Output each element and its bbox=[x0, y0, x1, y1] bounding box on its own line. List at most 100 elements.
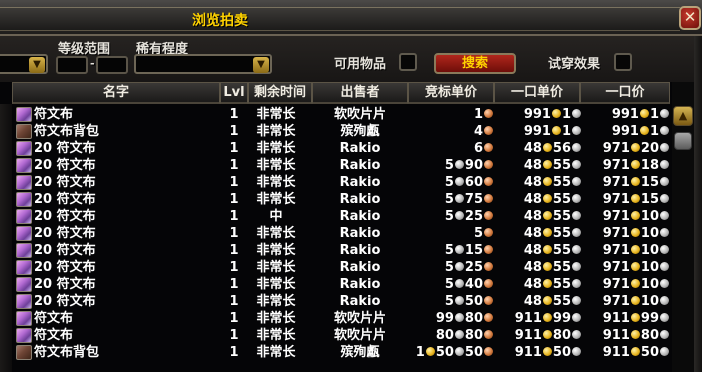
copper-coin-icon bbox=[484, 296, 493, 305]
gold-coin-icon bbox=[630, 194, 640, 203]
buyout-total-amount: 971 bbox=[602, 175, 630, 190]
category-dropdown[interactable]: ▼ bbox=[0, 54, 48, 74]
bid-price: 6 bbox=[410, 140, 494, 157]
column-bid[interactable]: 竞标单价 bbox=[408, 82, 494, 104]
seller-name: Rakio bbox=[339, 158, 381, 173]
buyout-total: 971 10 bbox=[582, 242, 670, 259]
silver-coin-icon bbox=[572, 177, 581, 186]
buyout-price-amount: 55 bbox=[552, 158, 571, 173]
level-min-input[interactable] bbox=[56, 56, 88, 74]
table-row[interactable]: 符文布背包 1 非常长 殡殉甗 4 991 1 991 1 bbox=[14, 123, 670, 140]
item-name: 20 符文布 bbox=[34, 260, 96, 275]
bid-price-amount: 5 bbox=[444, 277, 454, 292]
buyout-price: 48 56 bbox=[496, 140, 582, 157]
scrollbar[interactable]: ▲ bbox=[672, 82, 694, 372]
gold-coin-icon bbox=[542, 347, 552, 356]
title-strip bbox=[0, 7, 680, 31]
buyout-price: 48 55 bbox=[496, 225, 582, 242]
copper-coin-icon bbox=[484, 126, 493, 135]
scroll-up-icon[interactable]: ▲ bbox=[673, 106, 693, 126]
item-name: 20 符文布 bbox=[34, 226, 96, 241]
usable-items-checkbox[interactable] bbox=[399, 53, 417, 71]
table-row[interactable]: 20 符文布 1 非常长 Rakio 5 50 48 55 971 10 bbox=[14, 293, 670, 310]
chevron-down-icon[interactable]: ▼ bbox=[29, 57, 45, 73]
runecloth-icon bbox=[16, 277, 32, 292]
copper-coin-icon bbox=[484, 262, 493, 271]
item-name: 符文布 bbox=[34, 311, 74, 326]
table-row[interactable]: 符文布 1 非常长 软吹片片 80 80 911 80 911 80 bbox=[14, 327, 670, 344]
table-row[interactable]: 20 符文布 1 非常长 Rakio 5 15 48 55 971 10 bbox=[14, 242, 670, 259]
buyout-total-amount: 971 bbox=[602, 260, 630, 275]
runecloth-icon bbox=[16, 141, 32, 156]
bid-price-amount: 75 bbox=[464, 192, 483, 207]
table-row[interactable]: 20 符文布 1 非常长 Rakio 5 75 48 55 971 15 bbox=[14, 191, 670, 208]
table-row[interactable]: 20 符文布 1 中 Rakio 5 25 48 55 971 10 bbox=[14, 208, 670, 225]
bid-price-amount: 99 bbox=[435, 311, 454, 326]
buyout-total-amount: 10 bbox=[640, 277, 659, 292]
buyout-total-amount: 10 bbox=[640, 226, 659, 241]
buyout-total-amount: 80 bbox=[640, 328, 659, 343]
silver-coin-icon bbox=[454, 211, 464, 220]
buyout-total-amount: 971 bbox=[602, 243, 630, 258]
buyout-price-amount: 55 bbox=[552, 192, 571, 207]
table-row[interactable]: 20 符文布 1 非常长 Rakio 5 90 48 55 971 18 bbox=[14, 157, 670, 174]
buyout-price-amount: 991 bbox=[523, 124, 551, 139]
scroll-thumb[interactable] bbox=[674, 132, 692, 150]
search-button[interactable]: 搜索 bbox=[434, 53, 516, 74]
gold-coin-icon bbox=[630, 330, 640, 339]
chevron-down-icon[interactable]: ▼ bbox=[253, 57, 269, 73]
bid-price-amount: 5 bbox=[444, 243, 454, 258]
silver-coin-icon bbox=[454, 313, 464, 322]
time-left: 非常长 bbox=[256, 311, 296, 326]
time-left: 非常长 bbox=[256, 260, 296, 275]
table-row[interactable]: 20 符文布 1 非常长 Rakio 6 48 56 971 20 bbox=[14, 140, 670, 157]
table-row[interactable]: 符文布 1 非常长 软吹片片 1 991 1 991 1 bbox=[14, 106, 670, 123]
bid-price-amount: 5 bbox=[473, 226, 483, 241]
gold-coin-icon bbox=[542, 262, 552, 271]
silver-coin-icon bbox=[660, 109, 669, 118]
level-max-input[interactable] bbox=[96, 56, 128, 74]
silver-coin-icon bbox=[572, 296, 581, 305]
seller-name: Rakio bbox=[339, 260, 381, 275]
table-row[interactable]: 20 符文布 1 非常长 Rakio 5 60 48 55 971 15 bbox=[14, 174, 670, 191]
column-name[interactable]: 名字 bbox=[12, 82, 220, 104]
column-seller[interactable]: 出售者 bbox=[312, 82, 408, 104]
gold-coin-icon bbox=[630, 313, 640, 322]
table-row[interactable]: 20 符文布 1 非常长 Rakio 5 40 48 55 971 10 bbox=[14, 276, 670, 293]
seller-name: Rakio bbox=[339, 294, 381, 309]
auction-rows: 符文布 1 非常长 软吹片片 1 991 1 991 1 符文布背包 1 非常长 殡殉甗 4 991 1 991… bbox=[14, 106, 670, 372]
buyout-total-amount: 971 bbox=[602, 294, 630, 309]
bid-price-amount: 5 bbox=[444, 175, 454, 190]
column-buyout[interactable]: 一口单价 bbox=[494, 82, 580, 104]
buyout-price-amount: 48 bbox=[523, 294, 542, 309]
buyout-total: 971 10 bbox=[582, 208, 670, 225]
silver-coin-icon bbox=[572, 262, 581, 271]
runecloth-icon bbox=[16, 328, 32, 343]
preview-checkbox[interactable] bbox=[614, 53, 632, 71]
rarity-dropdown[interactable]: ▼ bbox=[134, 54, 272, 74]
bag-icon bbox=[16, 345, 32, 360]
table-row[interactable]: 20 符文布 1 非常长 Rakio 5 25 48 55 971 10 bbox=[14, 259, 670, 276]
buyout-total-amount: 10 bbox=[640, 294, 659, 309]
time-left: 非常长 bbox=[256, 277, 296, 292]
buyout-total-amount: 10 bbox=[640, 260, 659, 275]
table-row[interactable]: 符文布 1 非常长 软吹片片 99 80 911 99 911 99 bbox=[14, 310, 670, 327]
column-time-left[interactable]: 剩余时间 bbox=[248, 82, 312, 104]
gold-coin-icon bbox=[542, 177, 552, 186]
buyout-price: 911 80 bbox=[496, 327, 582, 344]
gold-coin-icon bbox=[630, 160, 640, 169]
silver-coin-icon bbox=[572, 160, 581, 169]
buyout-price-amount: 48 bbox=[523, 277, 542, 292]
close-button[interactable]: ✕ bbox=[679, 6, 701, 30]
column-buyout-total[interactable]: 一口价 bbox=[580, 82, 670, 104]
table-row[interactable]: 20 符文布 1 非常长 Rakio 5 48 55 971 10 bbox=[14, 225, 670, 242]
runecloth-icon bbox=[16, 158, 32, 173]
silver-coin-icon bbox=[572, 194, 581, 203]
column-level[interactable]: Lvl bbox=[220, 82, 248, 104]
buyout-total-amount: 971 bbox=[602, 209, 630, 224]
buyout-price-amount: 48 bbox=[523, 158, 542, 173]
copper-coin-icon bbox=[484, 245, 493, 254]
table-row[interactable]: 符文布背包 1 非常长 殡殉甗 1 50 50 911 50 911 50 bbox=[14, 344, 670, 361]
copper-coin-icon bbox=[484, 279, 493, 288]
bid-price-amount: 50 bbox=[464, 294, 483, 309]
